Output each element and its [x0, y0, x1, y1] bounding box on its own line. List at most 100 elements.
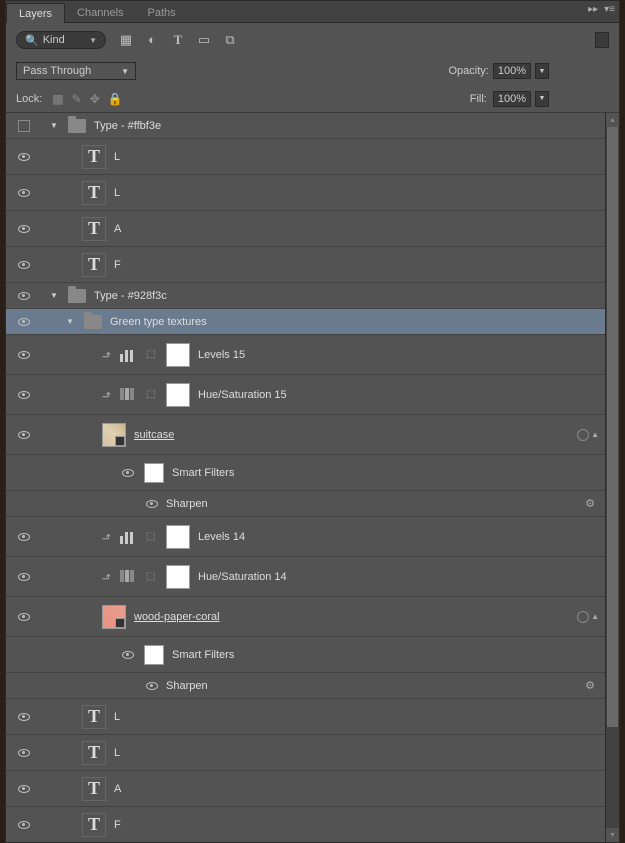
- layer-row[interactable]: ↳ ⬚ Hue/Saturation 14: [6, 557, 605, 597]
- layer-name[interactable]: A: [114, 223, 121, 235]
- disclosure-triangle-icon[interactable]: [50, 291, 60, 300]
- visibility-toggle[interactable]: [18, 225, 30, 233]
- layer-name[interactable]: F: [114, 819, 121, 831]
- opacity-dropdown[interactable]: ▼: [535, 63, 549, 79]
- filter-pixel-icon[interactable]: ▦: [118, 32, 134, 48]
- blend-mode-select[interactable]: Pass Through ▼: [16, 62, 136, 80]
- chevron-up-icon[interactable]: ▲: [591, 612, 599, 621]
- layer-name[interactable]: Type - #ffbf3e: [94, 120, 161, 132]
- lock-transparency-icon[interactable]: ▩: [52, 92, 63, 106]
- layer-group-row[interactable]: Type - #928f3c: [6, 283, 605, 309]
- layer-name[interactable]: wood-paper-coral: [134, 611, 220, 623]
- layer-group-row[interactable]: Type - #ffbf3e: [6, 113, 605, 139]
- layer-row[interactable]: T F: [6, 807, 605, 842]
- layer-row[interactable]: T A: [6, 211, 605, 247]
- tab-paths[interactable]: Paths: [136, 3, 188, 22]
- layer-name[interactable]: F: [114, 259, 121, 271]
- group-checkbox[interactable]: [18, 120, 30, 132]
- layer-row[interactable]: ↳ ⬚ Levels 14: [6, 517, 605, 557]
- layer-mask-icon[interactable]: [166, 343, 190, 367]
- layer-name[interactable]: Levels 15: [198, 349, 245, 361]
- scroll-up-icon[interactable]: ▲: [606, 113, 619, 127]
- smartobject-thumb[interactable]: [102, 605, 126, 629]
- fill-dropdown[interactable]: ▼: [535, 91, 549, 107]
- opacity-input[interactable]: 100%: [493, 63, 531, 79]
- filter-adjustment-icon[interactable]: ◐: [144, 32, 160, 48]
- filter-row[interactable]: Sharpen ⚙: [6, 673, 605, 699]
- visibility-toggle[interactable]: [18, 189, 30, 197]
- tab-channels[interactable]: Channels: [65, 3, 135, 22]
- layer-row[interactable]: ↳ ⬚ Levels 15: [6, 335, 605, 375]
- layer-name[interactable]: A: [114, 783, 121, 795]
- visibility-toggle[interactable]: [18, 613, 30, 621]
- filter-smartobject-icon[interactable]: ⧉: [222, 32, 238, 48]
- visibility-toggle[interactable]: [18, 573, 30, 581]
- layer-name[interactable]: L: [114, 151, 120, 163]
- filter-mask-icon[interactable]: [144, 463, 164, 483]
- visibility-toggle[interactable]: [18, 351, 30, 359]
- visibility-toggle[interactable]: [18, 821, 30, 829]
- collapse-icon[interactable]: ▸▸: [588, 4, 598, 15]
- layer-name[interactable]: Hue/Saturation 15: [198, 389, 287, 401]
- visibility-toggle[interactable]: [122, 469, 134, 477]
- lock-all-icon[interactable]: 🔒: [108, 92, 123, 106]
- visibility-toggle[interactable]: [18, 713, 30, 721]
- tab-layers[interactable]: Layers: [6, 3, 65, 23]
- layer-name[interactable]: L: [114, 711, 120, 723]
- layer-group-row-selected[interactable]: Green type textures: [6, 309, 605, 335]
- visibility-toggle[interactable]: [18, 391, 30, 399]
- visibility-toggle[interactable]: [18, 431, 30, 439]
- filter-name[interactable]: Sharpen: [166, 680, 208, 692]
- smart-filters-row[interactable]: Smart Filters: [6, 637, 605, 673]
- visibility-toggle[interactable]: [18, 261, 30, 269]
- smartobject-thumb[interactable]: [102, 423, 126, 447]
- layer-mask-icon[interactable]: [166, 383, 190, 407]
- filter-toggle[interactable]: [595, 32, 609, 48]
- layer-row[interactable]: T A: [6, 771, 605, 807]
- filter-options-icon[interactable]: ⚙: [585, 497, 595, 510]
- layer-mask-icon[interactable]: [166, 525, 190, 549]
- disclosure-triangle-icon[interactable]: [50, 121, 60, 130]
- scroll-thumb[interactable]: [607, 127, 618, 727]
- visibility-toggle[interactable]: [18, 318, 30, 326]
- layer-row[interactable]: wood-paper-coral ▲: [6, 597, 605, 637]
- filter-kind-select[interactable]: 🔍 Kind ▼: [16, 31, 106, 49]
- disclosure-triangle-icon[interactable]: [66, 317, 76, 326]
- fill-input[interactable]: 100%: [493, 91, 531, 107]
- layer-name[interactable]: L: [114, 187, 120, 199]
- layer-name[interactable]: Levels 14: [198, 531, 245, 543]
- filter-name[interactable]: Sharpen: [166, 498, 208, 510]
- visibility-toggle[interactable]: [18, 785, 30, 793]
- lock-pixels-icon[interactable]: ✎: [72, 92, 82, 106]
- chevron-up-icon[interactable]: ▲: [591, 430, 599, 439]
- layer-row[interactable]: ↳ ⬚ Hue/Saturation 15: [6, 375, 605, 415]
- layer-name[interactable]: Green type textures: [110, 316, 207, 328]
- layer-mask-icon[interactable]: [166, 565, 190, 589]
- layer-row[interactable]: T L: [6, 175, 605, 211]
- layer-row[interactable]: T L: [6, 735, 605, 771]
- visibility-toggle[interactable]: [18, 533, 30, 541]
- layer-name[interactable]: Type - #928f3c: [94, 290, 167, 302]
- visibility-toggle[interactable]: [146, 500, 158, 508]
- smart-filters-row[interactable]: Smart Filters: [6, 455, 605, 491]
- filter-mask-icon[interactable]: [144, 645, 164, 665]
- layer-row[interactable]: T F: [6, 247, 605, 283]
- filter-row[interactable]: Sharpen ⚙: [6, 491, 605, 517]
- panel-menu-icon[interactable]: ▾≡: [604, 4, 615, 15]
- filter-shape-icon[interactable]: ▭: [196, 32, 212, 48]
- visibility-toggle[interactable]: [18, 749, 30, 757]
- filter-options-icon[interactable]: ⚙: [585, 679, 595, 692]
- layer-name[interactable]: suitcase: [134, 429, 174, 441]
- scroll-down-icon[interactable]: ▼: [606, 828, 619, 842]
- layer-row[interactable]: T L: [6, 699, 605, 735]
- visibility-toggle[interactable]: [18, 292, 30, 300]
- scrollbar[interactable]: ▲ ▼: [605, 113, 619, 842]
- layer-name[interactable]: L: [114, 747, 120, 759]
- visibility-toggle[interactable]: [122, 651, 134, 659]
- filter-type-icon[interactable]: T: [170, 32, 186, 48]
- layer-name[interactable]: Hue/Saturation 14: [198, 571, 287, 583]
- visibility-toggle[interactable]: [18, 153, 30, 161]
- layer-row[interactable]: suitcase ▲: [6, 415, 605, 455]
- layer-row[interactable]: T L: [6, 139, 605, 175]
- lock-position-icon[interactable]: ✥: [90, 92, 100, 106]
